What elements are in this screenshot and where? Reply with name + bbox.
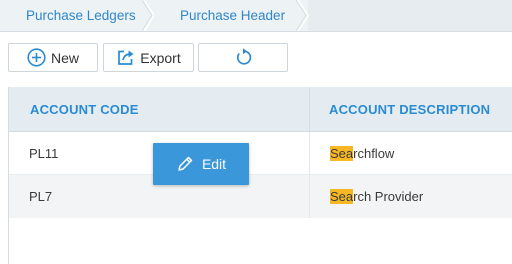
export-button[interactable]: Export <box>103 43 194 72</box>
breadcrumb-label: Purchase Ledgers <box>26 8 136 23</box>
account-code-cell: PL11 <box>29 146 59 161</box>
search-highlight: Sea <box>330 146 354 161</box>
column-divider <box>309 87 310 131</box>
export-button-label: Export <box>140 49 181 66</box>
plus-circle-icon <box>27 48 46 67</box>
edit-button[interactable]: Edit <box>153 143 249 185</box>
column-header-account-description[interactable]: ACCOUNT DESCRIPTION <box>329 87 490 131</box>
search-highlight: Sea <box>330 189 354 204</box>
column-divider <box>309 132 310 175</box>
pencil-icon <box>176 155 194 173</box>
account-code-cell: PL7 <box>29 189 53 204</box>
description-text: rchflow <box>353 146 395 161</box>
breadcrumb-item-purchase-ledgers[interactable]: Purchase Ledgers <box>0 0 156 31</box>
breadcrumb-filler <box>308 0 512 31</box>
account-description-cell: Sea rchflow <box>330 132 394 175</box>
grid-header: ACCOUNT CODE ACCOUNT DESCRIPTION <box>9 87 512 132</box>
breadcrumb-label: Purchase Header <box>180 8 286 23</box>
description-text: rch Provider <box>353 189 424 204</box>
table-row[interactable]: PL11 Sea rchflow <box>9 132 512 175</box>
refresh-button[interactable] <box>198 43 288 72</box>
export-icon <box>116 48 135 67</box>
breadcrumb: Purchase Ledgers Purchase Header <box>0 0 512 32</box>
new-button-label: New <box>50 49 79 66</box>
edit-button-label: Edit <box>201 156 227 172</box>
new-button[interactable]: New <box>8 43 98 72</box>
column-header-account-code[interactable]: ACCOUNT CODE <box>30 87 139 131</box>
account-description-cell: Sea rch Provider <box>330 175 423 218</box>
column-divider <box>309 175 310 218</box>
accounts-grid: ACCOUNT CODE ACCOUNT DESCRIPTION PL11 Se… <box>8 87 512 264</box>
breadcrumb-separator-icon <box>296 0 310 31</box>
breadcrumb-item-purchase-header[interactable]: Purchase Header <box>154 0 310 31</box>
table-row[interactable]: PL7 Sea rch Provider <box>9 175 512 218</box>
refresh-icon <box>234 48 253 67</box>
